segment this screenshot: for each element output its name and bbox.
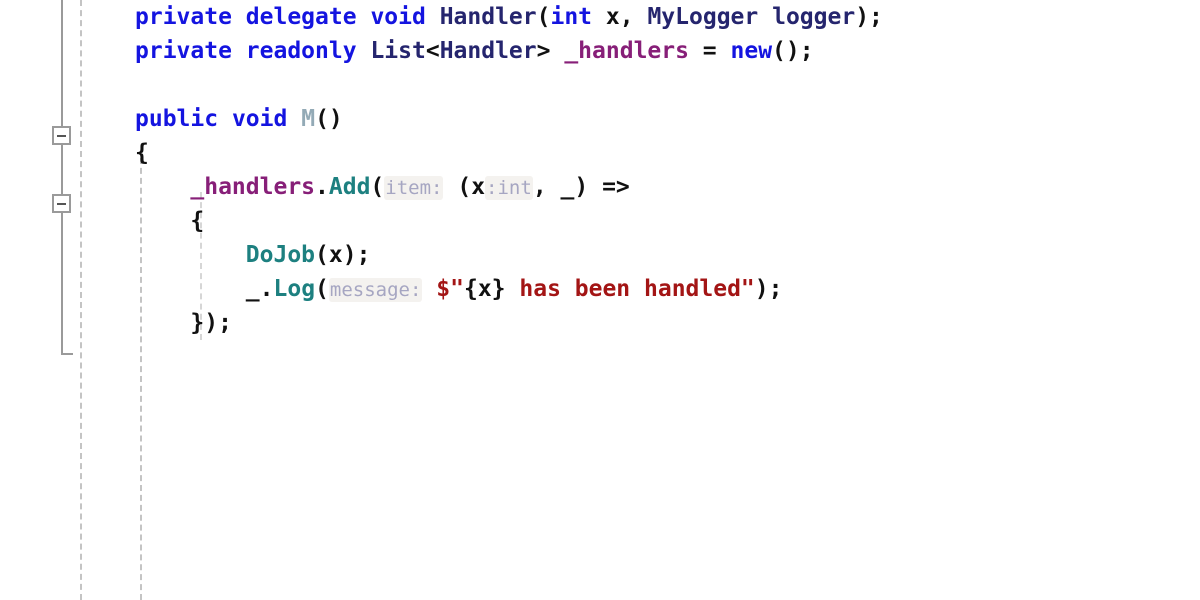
code-line[interactable]: DoJob(x);	[135, 238, 883, 272]
fold-rail-segment	[61, 145, 63, 195]
code-token: =>	[602, 174, 630, 200]
string-token: {x}	[463, 276, 506, 302]
keyword-token: private	[135, 4, 232, 30]
code-token: (	[315, 276, 329, 302]
code-text-area[interactable]: private delegate void Handler(int x, MyL…	[135, 0, 883, 340]
code-token: _	[560, 174, 575, 200]
string-token: $"	[436, 276, 464, 302]
code-token: ,	[532, 174, 561, 200]
code-token: _	[245, 276, 260, 302]
keyword-token: new	[730, 38, 773, 64]
code-line[interactable]: {	[135, 136, 883, 170]
inlay-hint: message:	[328, 278, 423, 302]
code-token: (	[443, 174, 472, 200]
code-line[interactable]: _handlers.Add(item: (x:int, _) =>	[135, 170, 883, 204]
code-editor[interactable]: private delegate void Handler(int x, MyL…	[0, 0, 1200, 600]
code-token: ()	[315, 106, 343, 132]
method-token: M	[301, 106, 316, 132]
code-token: x	[328, 242, 343, 268]
code-token: >	[536, 38, 565, 64]
field-token: _handlers	[190, 174, 316, 200]
fold-marker-method-m[interactable]	[52, 126, 71, 145]
code-token: (	[536, 4, 551, 30]
code-token: (	[315, 242, 329, 268]
field-token: _handlers	[564, 38, 689, 64]
code-line[interactable]: {	[135, 204, 883, 238]
type-token: Handler	[439, 4, 537, 30]
code-token: x	[605, 4, 620, 30]
editor-gutter[interactable]	[0, 0, 100, 600]
type-token: List	[370, 38, 426, 64]
keyword-token: delegate	[245, 4, 357, 30]
keyword-token: public	[135, 106, 219, 132]
code-token: =	[688, 38, 731, 64]
code-line[interactable]: public void M()	[135, 102, 883, 136]
fold-region-end-tick	[61, 353, 73, 355]
method-token: DoJob	[245, 242, 316, 268]
code-token: );	[855, 4, 883, 30]
code-line[interactable]: _.Log(message: $"{x} has been handled");	[135, 272, 883, 306]
type-token: logger	[772, 4, 856, 30]
method-token: Log	[273, 276, 316, 302]
keyword-token: private	[135, 38, 232, 64]
code-token: ();	[772, 38, 814, 64]
string-token: has been handled"	[505, 276, 755, 302]
fold-marker-lambda[interactable]	[52, 194, 71, 213]
code-token: );	[342, 242, 371, 268]
code-line[interactable]: private delegate void Handler(int x, MyL…	[135, 0, 883, 34]
method-token: Add	[328, 174, 371, 200]
fold-rail-segment	[61, 213, 63, 355]
code-token: <	[425, 38, 440, 64]
code-line[interactable]	[135, 68, 883, 102]
code-token: )	[574, 174, 603, 200]
code-token: .	[259, 276, 274, 302]
code-token: });	[190, 310, 232, 336]
keyword-token: int	[550, 4, 593, 30]
code-token: {	[135, 140, 149, 166]
fold-rail-segment	[61, 0, 63, 127]
squiggly-underline-icon	[562, 201, 577, 206]
inlay-hint: :int	[485, 176, 533, 200]
code-line[interactable]: private readonly List<Handler> _handlers…	[135, 34, 883, 68]
keyword-token: readonly	[245, 38, 357, 64]
code-line[interactable]: });	[135, 306, 883, 340]
code-token: x	[471, 174, 486, 200]
type-token: MyLogger	[647, 4, 759, 30]
keyword-token: void	[370, 4, 426, 30]
code-token: (	[370, 174, 385, 200]
keyword-token: void	[231, 106, 288, 132]
code-token: .	[315, 174, 329, 200]
code-token: ,	[619, 4, 648, 30]
inlay-hint: item:	[384, 176, 444, 200]
indent-guide-level-0	[80, 0, 82, 600]
discard-parameter-with-hint: _	[561, 170, 575, 204]
code-token: {	[190, 208, 205, 234]
code-token: );	[754, 276, 783, 302]
type-token: Handler	[439, 38, 537, 64]
